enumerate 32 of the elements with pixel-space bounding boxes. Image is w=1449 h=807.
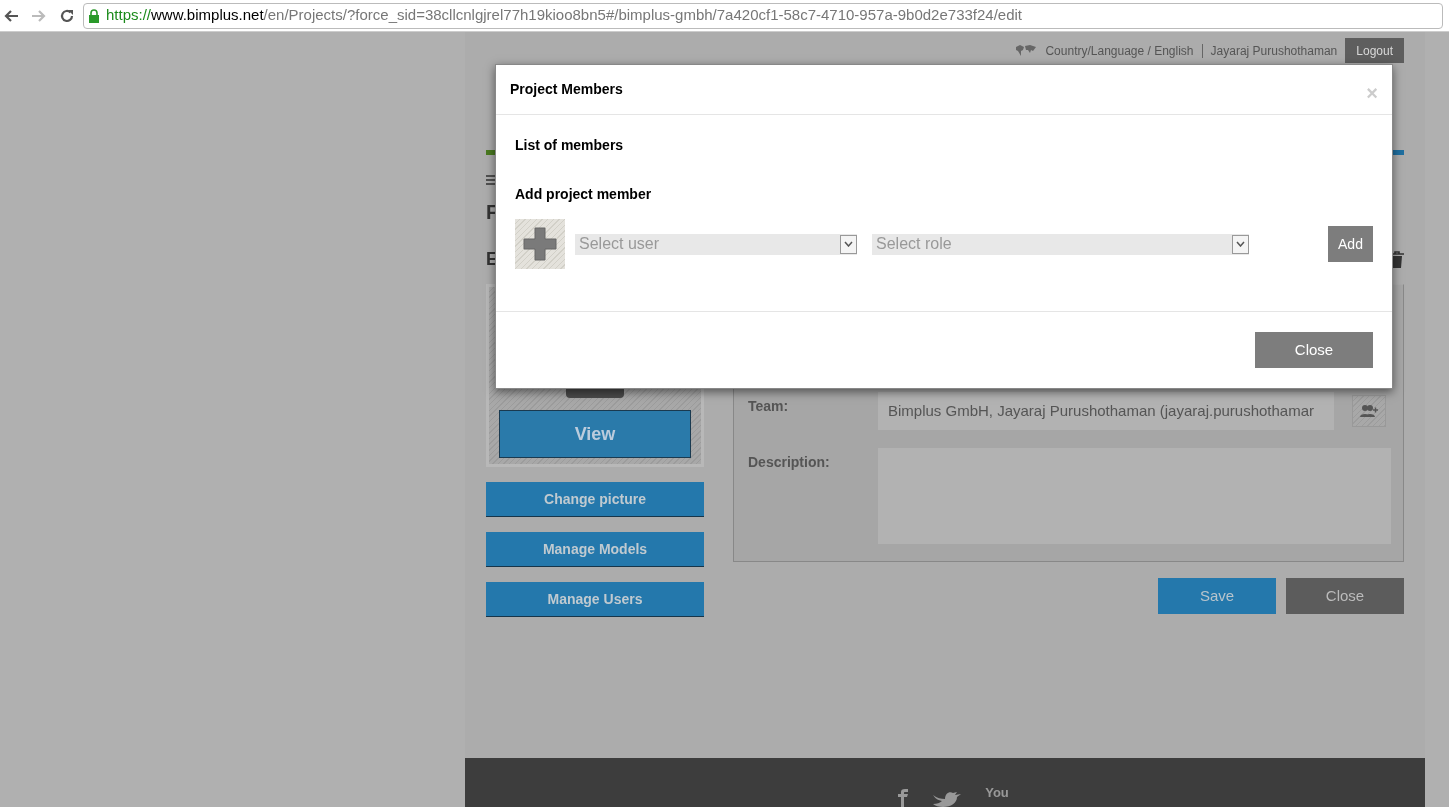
user-select[interactable]: Select user bbox=[575, 233, 857, 255]
field-label: Team: bbox=[748, 397, 790, 416]
add-user-icon[interactable] bbox=[1352, 395, 1386, 427]
action-button[interactable]: Manage Models bbox=[486, 532, 704, 567]
add-button[interactable]: Add bbox=[1328, 226, 1373, 262]
address-field[interactable]: https://www.bimplus.net/en/Projects/?force_sid=38cllcnlgjrel77h19kioo8bn5#/bimplus-gmbh/7a420cf1-58c7-4710-957a-9b0d2e733f24/edit bbox=[83, 2, 1443, 29]
dialog-close-button[interactable]: Close bbox=[1255, 332, 1373, 368]
view-button[interactable]: View bbox=[499, 410, 691, 458]
action-button[interactable]: Manage Users bbox=[486, 582, 704, 617]
save-button[interactable]: Save bbox=[1158, 578, 1276, 614]
section-title: List of members bbox=[515, 137, 625, 153]
close-button[interactable]: Close bbox=[1286, 578, 1404, 614]
team-field[interactable]: Bimplus GmbH, Jayaraj Purushothaman (jayaraj.purushothamar bbox=[878, 392, 1334, 430]
field-label: Description: bbox=[748, 453, 831, 472]
lock-icon bbox=[88, 8, 100, 23]
facebook-icon[interactable] bbox=[897, 789, 910, 807]
world-map-icon bbox=[1015, 44, 1038, 57]
reload-icon[interactable] bbox=[59, 7, 75, 24]
trash-icon[interactable] bbox=[1390, 250, 1404, 268]
video-site-link[interactable]: You bbox=[985, 786, 1009, 800]
add-member-icon[interactable] bbox=[515, 219, 565, 269]
user-name: Jayaraj Purushothaman bbox=[1210, 42, 1338, 60]
dropdown-caret-icon bbox=[840, 234, 857, 254]
country-language-link[interactable]: Country/Language / English bbox=[1045, 41, 1194, 60]
action-button[interactable]: Change picture bbox=[486, 482, 704, 517]
back-icon[interactable] bbox=[3, 8, 19, 23]
section-title: Add project member bbox=[515, 186, 653, 202]
dialog-title: Project Members bbox=[510, 80, 623, 99]
dropdown-caret-icon bbox=[1232, 234, 1249, 254]
logout-button[interactable]: Logout bbox=[1345, 38, 1404, 63]
role-select[interactable]: Select role bbox=[872, 233, 1249, 255]
url-text: https://www.bimplus.net/en/Projects/?force_sid=38cllcnlgjrel77h19kioo8bn5#/bimplus-gmbh/7a420cf1-58c7-4710-957a-9b0d2e733f24/edit bbox=[106, 5, 1022, 26]
